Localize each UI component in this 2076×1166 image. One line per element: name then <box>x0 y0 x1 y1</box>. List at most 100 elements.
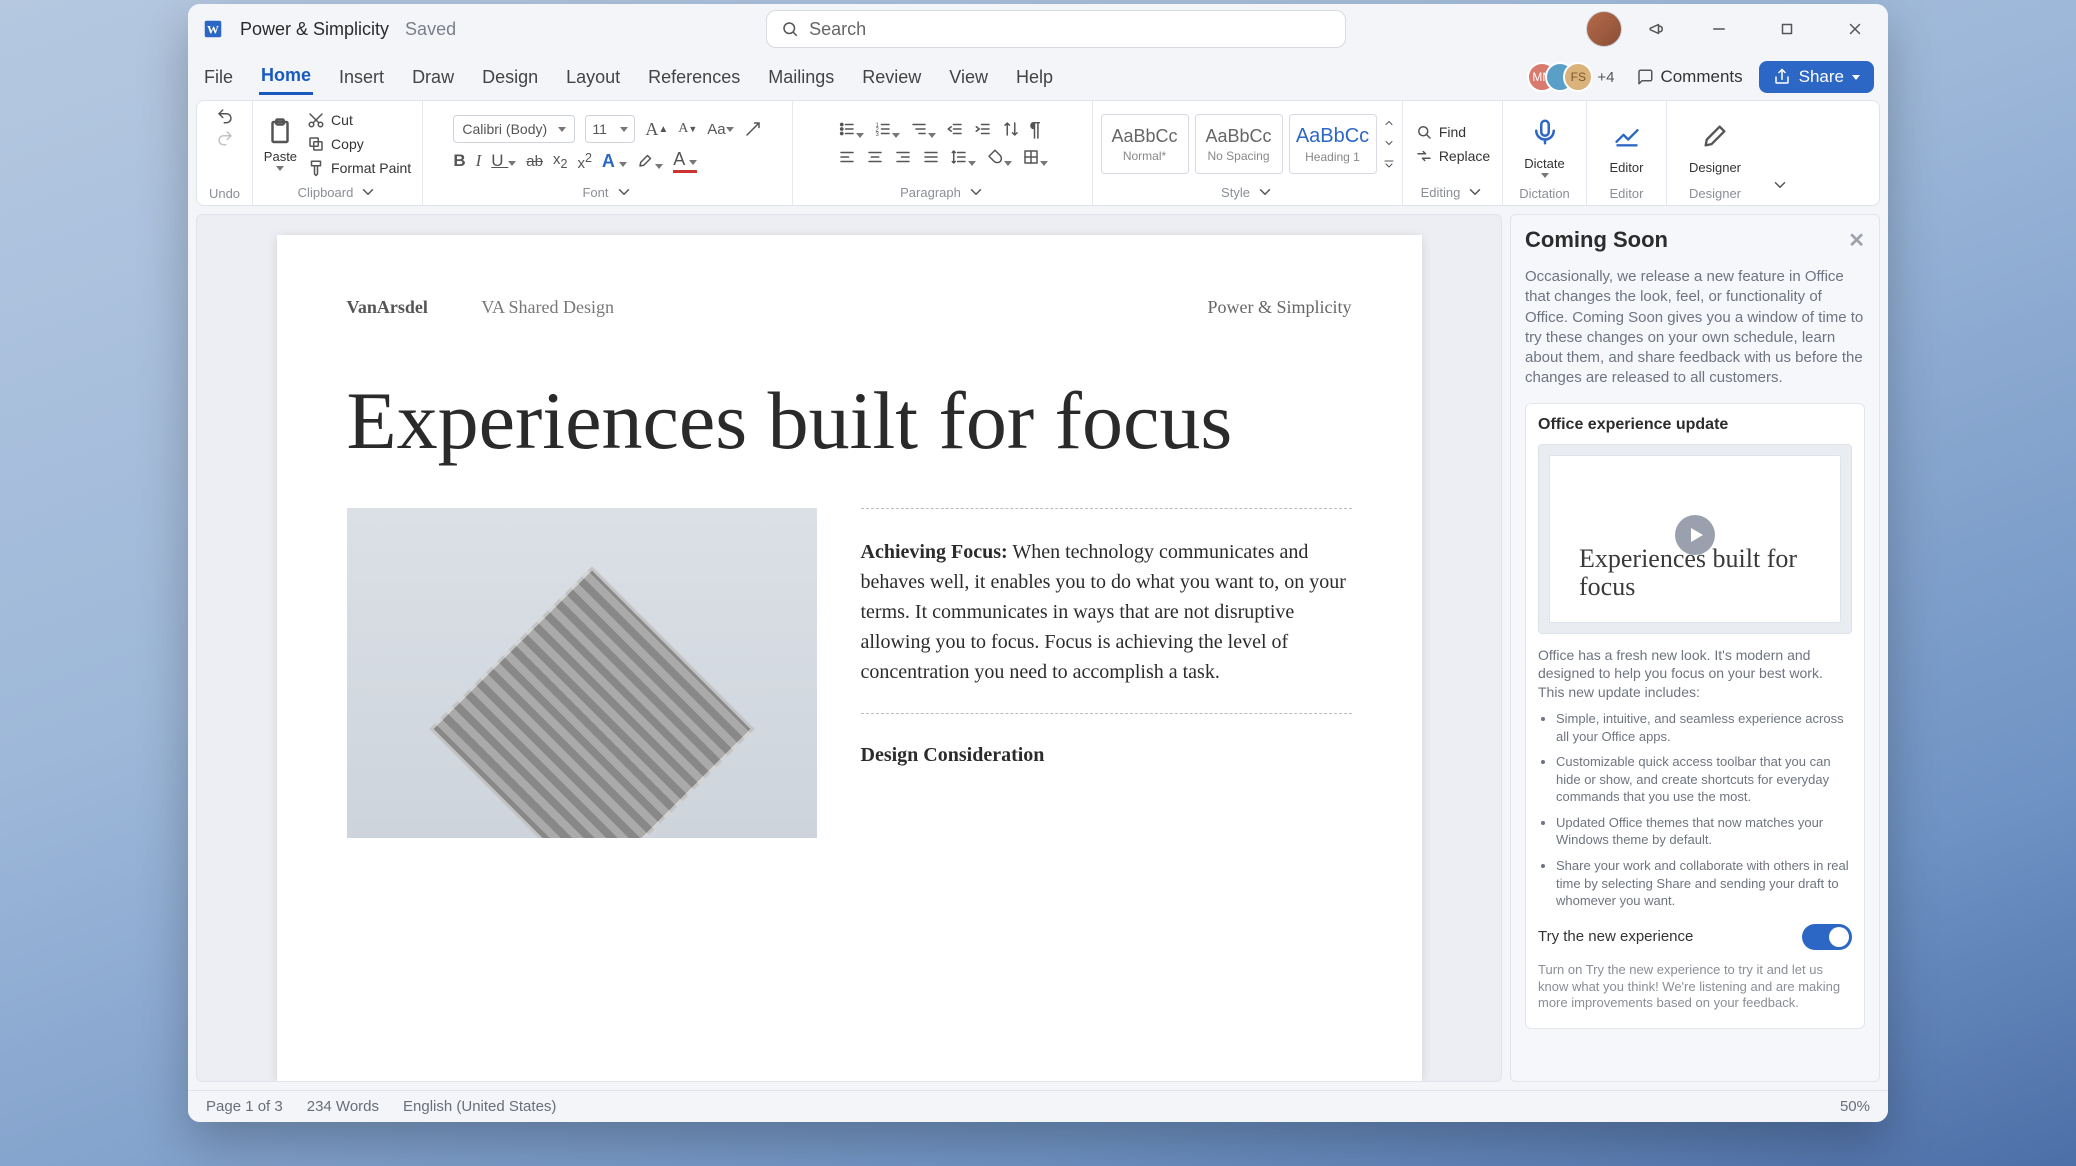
align-left-icon[interactable] <box>838 148 856 169</box>
highlight-icon[interactable] <box>637 151 663 172</box>
increase-indent-icon[interactable] <box>974 120 992 141</box>
maximize-button[interactable] <box>1760 8 1814 50</box>
card-title: Office experience update <box>1538 416 1852 434</box>
share-button[interactable]: Share <box>1759 61 1874 93</box>
replace-button[interactable]: Replace <box>1415 147 1490 165</box>
collaborator-count[interactable]: +4 <box>1597 69 1614 86</box>
font-name-select[interactable]: Calibri (Body) <box>453 115 575 143</box>
group-editor: Editor <box>1610 186 1644 201</box>
coming-soon-panel: Coming Soon ✕ Occasionally, we release a… <box>1510 214 1880 1082</box>
dictate-button[interactable]: Dictate <box>1523 110 1567 178</box>
chevron-down-icon <box>276 166 284 171</box>
toggle-label: Try the new experience <box>1538 928 1693 945</box>
menu-review[interactable]: Review <box>860 61 923 94</box>
italic-button[interactable]: I <box>476 151 482 171</box>
subscript-button[interactable]: x2 <box>553 151 567 171</box>
menu-draw[interactable]: Draw <box>410 61 456 94</box>
collaborator-avatar[interactable]: FS <box>1563 62 1593 92</box>
styles-down-icon[interactable] <box>1383 136 1395 152</box>
shrink-font-icon[interactable]: A▼ <box>678 121 697 137</box>
undo-icon[interactable] <box>216 107 234 125</box>
panel-intro: Occasionally, we release a new feature i… <box>1525 267 1865 389</box>
status-bar: Page 1 of 3 234 Words English (United St… <box>188 1090 1888 1122</box>
menu-bar: File Home Insert Draw Design Layout Refe… <box>188 54 1888 100</box>
numbering-icon[interactable]: 123 <box>874 120 900 141</box>
grow-font-icon[interactable]: A▲ <box>645 119 668 140</box>
text-effects-icon[interactable]: A <box>602 151 627 172</box>
cut-button[interactable]: Cut <box>307 111 353 129</box>
underline-button[interactable]: U <box>491 151 516 171</box>
designer-button[interactable]: Designer <box>1689 114 1741 175</box>
align-center-icon[interactable] <box>866 148 884 169</box>
group-clipboard: Clipboard <box>298 183 378 201</box>
chevron-down-icon <box>1852 75 1860 80</box>
document-subheading: Design Consideration <box>861 740 1352 770</box>
style-normal[interactable]: AaBbCcNormal* <box>1101 114 1189 174</box>
try-new-toggle[interactable] <box>1802 924 1852 950</box>
card-description: Office has a fresh new look. It's modern… <box>1538 646 1852 703</box>
panel-footnote: Turn on Try the new experience to try it… <box>1538 962 1852 1013</box>
status-words[interactable]: 234 Words <box>307 1098 379 1115</box>
justify-icon[interactable] <box>922 148 940 169</box>
menu-references[interactable]: References <box>646 61 742 94</box>
change-case-icon[interactable]: Aa <box>707 121 733 138</box>
status-zoom[interactable]: 50% <box>1840 1098 1870 1115</box>
multilevel-list-icon[interactable] <box>910 120 936 141</box>
styles-more-icon[interactable] <box>1383 156 1395 172</box>
chevron-down-icon <box>558 127 566 132</box>
video-thumbnail[interactable]: Experiences built for focus <box>1538 444 1852 634</box>
menu-mailings[interactable]: Mailings <box>766 61 836 94</box>
strikethrough-button[interactable]: ab <box>526 153 543 170</box>
align-right-icon[interactable] <box>894 148 912 169</box>
decrease-indent-icon[interactable] <box>946 120 964 141</box>
group-designer: Designer <box>1689 186 1741 201</box>
word-logo-icon: W <box>202 18 224 40</box>
group-paragraph: Paragraph <box>900 183 985 201</box>
menu-view[interactable]: View <box>947 61 990 94</box>
status-page[interactable]: Page 1 of 3 <box>206 1098 283 1115</box>
account-avatar[interactable] <box>1586 11 1622 47</box>
font-color-icon[interactable]: A <box>673 149 697 173</box>
close-button[interactable] <box>1828 8 1882 50</box>
minimize-button[interactable] <box>1692 8 1746 50</box>
style-heading1[interactable]: AaBbCcHeading 1 <box>1289 114 1377 174</box>
copy-button[interactable]: Copy <box>307 135 364 153</box>
megaphone-icon[interactable] <box>1636 8 1678 50</box>
superscript-button[interactable]: x2 <box>577 151 591 172</box>
ribbon-collapse-icon[interactable] <box>1771 176 1789 197</box>
search-placeholder: Search <box>809 19 866 40</box>
document-title[interactable]: Power & Simplicity <box>240 19 389 40</box>
line-spacing-icon[interactable] <box>950 148 976 169</box>
menu-design[interactable]: Design <box>480 61 540 94</box>
show-marks-icon[interactable]: ¶ <box>1030 119 1041 142</box>
document-page: VanArsdel VA Shared Design Power & Simpl… <box>277 235 1422 1081</box>
menu-file[interactable]: File <box>202 61 235 94</box>
clear-format-icon[interactable] <box>744 120 762 138</box>
menu-home[interactable]: Home <box>259 59 313 95</box>
menu-layout[interactable]: Layout <box>564 61 622 94</box>
editor-button[interactable]: Editor <box>1605 114 1649 175</box>
borders-icon[interactable] <box>1022 148 1048 169</box>
font-size-select[interactable]: 11 <box>585 115 635 143</box>
close-icon[interactable]: ✕ <box>1848 228 1865 253</box>
menu-insert[interactable]: Insert <box>337 61 386 94</box>
page-header-mid: VA Shared Design <box>481 297 614 318</box>
style-no-spacing[interactable]: AaBbCcNo Spacing <box>1195 114 1283 174</box>
menu-help[interactable]: Help <box>1014 61 1055 94</box>
page-header-left: VanArsdel <box>347 297 428 318</box>
status-lang[interactable]: English (United States) <box>403 1098 556 1115</box>
bold-button[interactable]: B <box>453 151 465 171</box>
find-button[interactable]: Find <box>1415 123 1466 141</box>
search-input[interactable]: Search <box>766 10 1346 48</box>
format-painter-button[interactable]: Format Paint <box>307 159 411 177</box>
styles-up-icon[interactable] <box>1383 116 1395 132</box>
shading-icon[interactable] <box>986 148 1012 169</box>
document-canvas[interactable]: VanArsdel VA Shared Design Power & Simpl… <box>196 214 1502 1082</box>
svg-text:3: 3 <box>875 132 879 138</box>
paste-button[interactable]: Paste <box>264 117 297 171</box>
bullets-icon[interactable] <box>838 120 864 141</box>
document-paragraph: Achieving Focus: When technology communi… <box>861 537 1352 687</box>
sort-icon[interactable] <box>1002 120 1020 141</box>
redo-icon[interactable] <box>216 129 234 147</box>
comments-button[interactable]: Comments <box>1630 63 1748 91</box>
